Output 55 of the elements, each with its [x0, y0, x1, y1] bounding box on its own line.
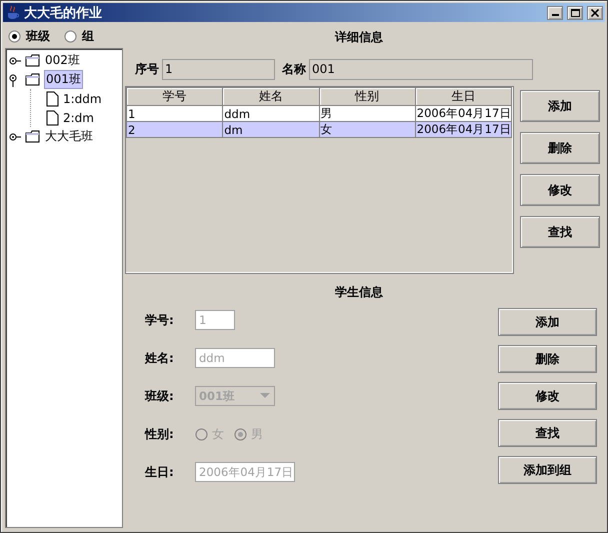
- field-label: 姓名:: [145, 350, 175, 366]
- action-button[interactable]: 添加: [498, 308, 597, 336]
- text-field[interactable]: 001: [309, 58, 533, 80]
- caret-icon: [259, 392, 271, 400]
- maximize-button[interactable]: [567, 6, 583, 20]
- folder-icon: [25, 53, 41, 68]
- field-label: 名称: [282, 60, 306, 78]
- table-cell: dm: [222, 122, 319, 138]
- action-button[interactable]: 添加到组: [498, 456, 597, 484]
- field-label: 生日:: [145, 464, 175, 480]
- column-header[interactable]: 学号: [126, 88, 223, 106]
- window-title: 大大毛的作业: [24, 4, 102, 22]
- table-cell: 1: [126, 106, 223, 122]
- cup-icon: [6, 5, 20, 20]
- radio-label: 组: [82, 28, 94, 44]
- column-header[interactable]: 性别: [319, 88, 416, 106]
- close-button[interactable]: [587, 6, 603, 20]
- section-title: 详细信息: [334, 28, 384, 46]
- maximize-icon: [570, 8, 580, 16]
- text-field[interactable]: 1: [162, 58, 275, 80]
- radio-label: 班级: [26, 28, 50, 44]
- action-button[interactable]: 修改: [520, 174, 600, 206]
- radio-button[interactable]: [8, 30, 21, 42]
- file-icon: [45, 110, 59, 126]
- section-title: 学生信息: [334, 284, 384, 300]
- field-label: 性别:: [145, 426, 175, 442]
- action-button[interactable]: 删除: [498, 345, 597, 373]
- tree-item[interactable]: 大大毛班: [44, 128, 94, 145]
- table-cell: ddm: [222, 106, 319, 122]
- folder-icon: [25, 129, 41, 144]
- action-button[interactable]: 修改: [498, 382, 597, 410]
- table-cell: 女: [319, 122, 416, 138]
- table-cell: 2006年04月17日: [415, 106, 512, 122]
- minimize-icon: [552, 14, 558, 16]
- action-button[interactable]: 查找: [498, 419, 597, 447]
- table-cell: 男: [319, 106, 416, 122]
- tree-item[interactable]: 2:dm: [62, 110, 95, 124]
- field-label: 班级:: [145, 388, 175, 404]
- tree-item[interactable]: 1:ddm: [62, 92, 103, 106]
- action-button[interactable]: 添加: [520, 90, 600, 122]
- field-label: 序号: [135, 60, 159, 78]
- minimize-button[interactable]: [547, 6, 563, 20]
- column-header[interactable]: 生日: [415, 88, 512, 106]
- table-cell: 2006年04月17日: [415, 122, 512, 138]
- radio-button[interactable]: [64, 30, 77, 42]
- table-cell: 2: [126, 122, 223, 138]
- file-icon: [45, 90, 59, 106]
- action-button[interactable]: 删除: [520, 132, 600, 164]
- folder-icon: [25, 72, 41, 87]
- tree-item[interactable]: 002班: [44, 52, 81, 69]
- close-icon: [591, 8, 599, 16]
- field-label: 学号:: [145, 312, 175, 328]
- column-header[interactable]: 姓名: [222, 88, 319, 106]
- action-button[interactable]: 查找: [520, 216, 600, 248]
- tree-item[interactable]: 001班: [44, 70, 83, 89]
